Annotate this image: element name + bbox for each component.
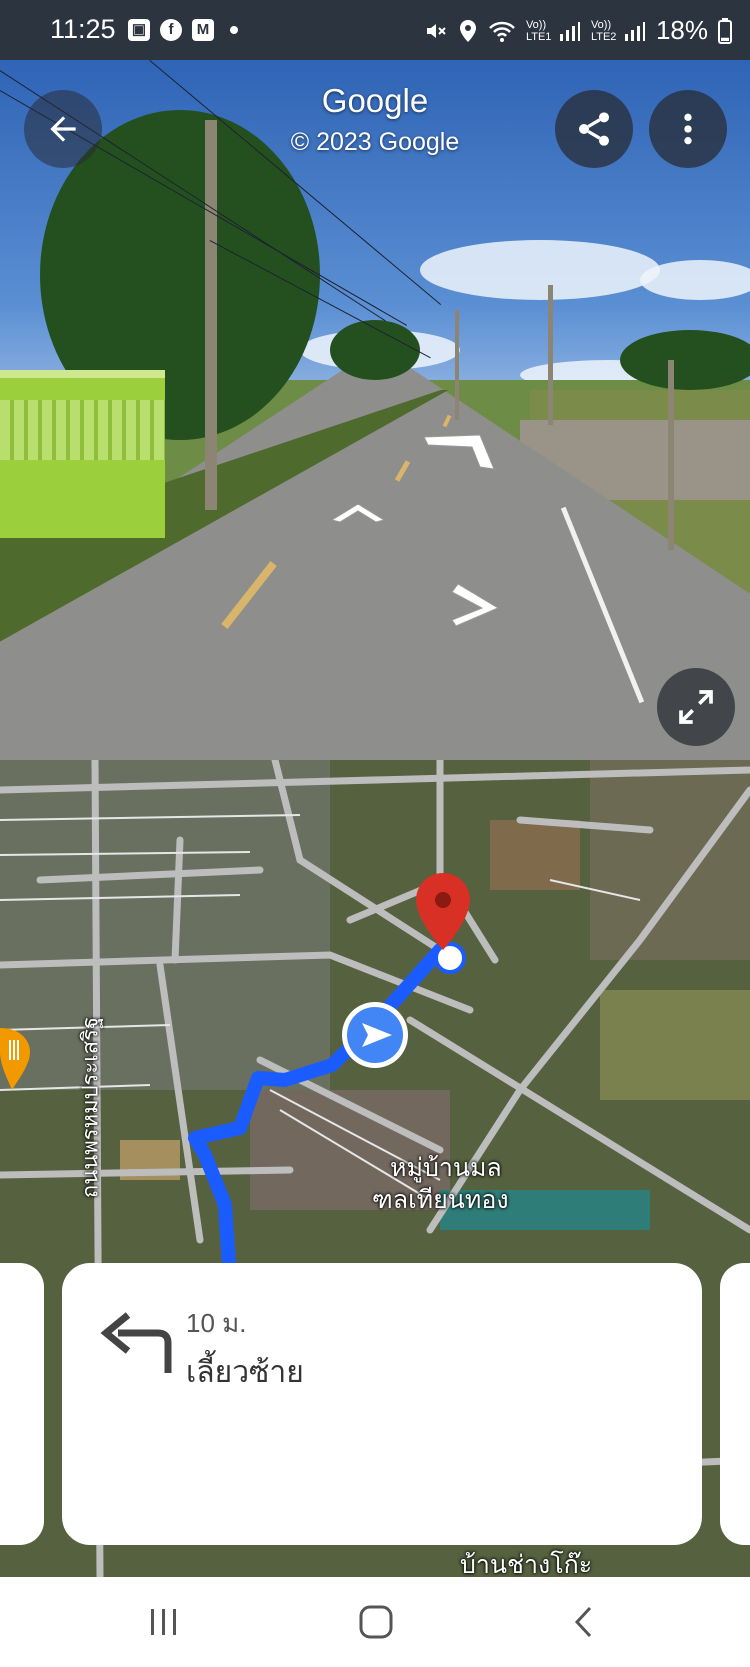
signal-lte2-icon: Vo)) LTE2 bbox=[591, 19, 646, 43]
cloud bbox=[420, 240, 660, 300]
recents-icon[interactable] bbox=[148, 1607, 180, 1637]
system-icons: Vo)) LTE1 Vo)) LTE2 18% bbox=[424, 15, 732, 46]
back-icon[interactable] bbox=[572, 1605, 596, 1639]
status-bar: 11:25 ▣ f M Vo)) LTE1 Vo)) LTE2 18% bbox=[0, 0, 750, 60]
mute-icon bbox=[426, 23, 446, 38]
turn-instruction-card[interactable]: 10 ม. เลี้ยวซ้าย bbox=[62, 1263, 702, 1545]
navigation-arrow-left[interactable] bbox=[420, 425, 500, 475]
system-navigation-bar bbox=[0, 1577, 750, 1667]
signal-lte1-icon: Vo)) LTE1 bbox=[526, 19, 581, 43]
copyright-text: © 2023 Google bbox=[290, 128, 460, 156]
status-time: 11:25 bbox=[50, 14, 116, 44]
notification-icons: ▣ f M bbox=[128, 19, 238, 41]
sim2-label: Vo)) LTE2 bbox=[590, 18, 617, 43]
road-label: ถนนพรหมประเสริฐ bbox=[77, 1016, 103, 1199]
notification-dot-icon bbox=[230, 26, 238, 34]
turn-instruction: เลี้ยวซ้าย bbox=[186, 1356, 304, 1389]
utility-pole bbox=[205, 120, 217, 510]
battery-percent: 18% bbox=[655, 15, 708, 45]
facebook-icon: f bbox=[160, 19, 182, 41]
cloud bbox=[640, 260, 750, 300]
location-icon bbox=[459, 19, 476, 42]
turn-distance: 10 ม. bbox=[186, 1308, 247, 1338]
next-step-card[interactable] bbox=[720, 1263, 750, 1545]
previous-step-card[interactable] bbox=[0, 1263, 44, 1545]
navigation-arrow-forward[interactable] bbox=[330, 500, 386, 526]
tree bbox=[620, 330, 750, 390]
street-view-title: Google bbox=[321, 82, 429, 119]
village-label-bottom: บ้านช่างโก๊ะ bbox=[460, 1551, 593, 1577]
wifi-icon bbox=[489, 21, 515, 42]
utility-pole bbox=[668, 360, 674, 550]
utility-pole bbox=[548, 285, 553, 425]
utility-pole bbox=[455, 310, 459, 420]
wall-pattern bbox=[0, 400, 165, 460]
expand-icon bbox=[679, 690, 713, 724]
expand-button[interactable] bbox=[657, 668, 735, 746]
gallery-icon: ▣ bbox=[128, 19, 150, 41]
sim1-label: Vo)) LTE1 bbox=[525, 18, 552, 43]
turn-left-icon bbox=[100, 1312, 172, 1373]
street-view-panorama[interactable] bbox=[0, 60, 750, 760]
location-puck-icon bbox=[342, 1002, 408, 1068]
gmail-icon: M bbox=[192, 19, 214, 41]
home-icon[interactable] bbox=[358, 1604, 394, 1640]
battery-icon bbox=[718, 17, 732, 44]
navigation-arrow-back[interactable] bbox=[448, 580, 504, 630]
route-endpoint bbox=[434, 942, 466, 974]
village-label-line2: ฑลเทียนทอง bbox=[372, 1186, 509, 1214]
